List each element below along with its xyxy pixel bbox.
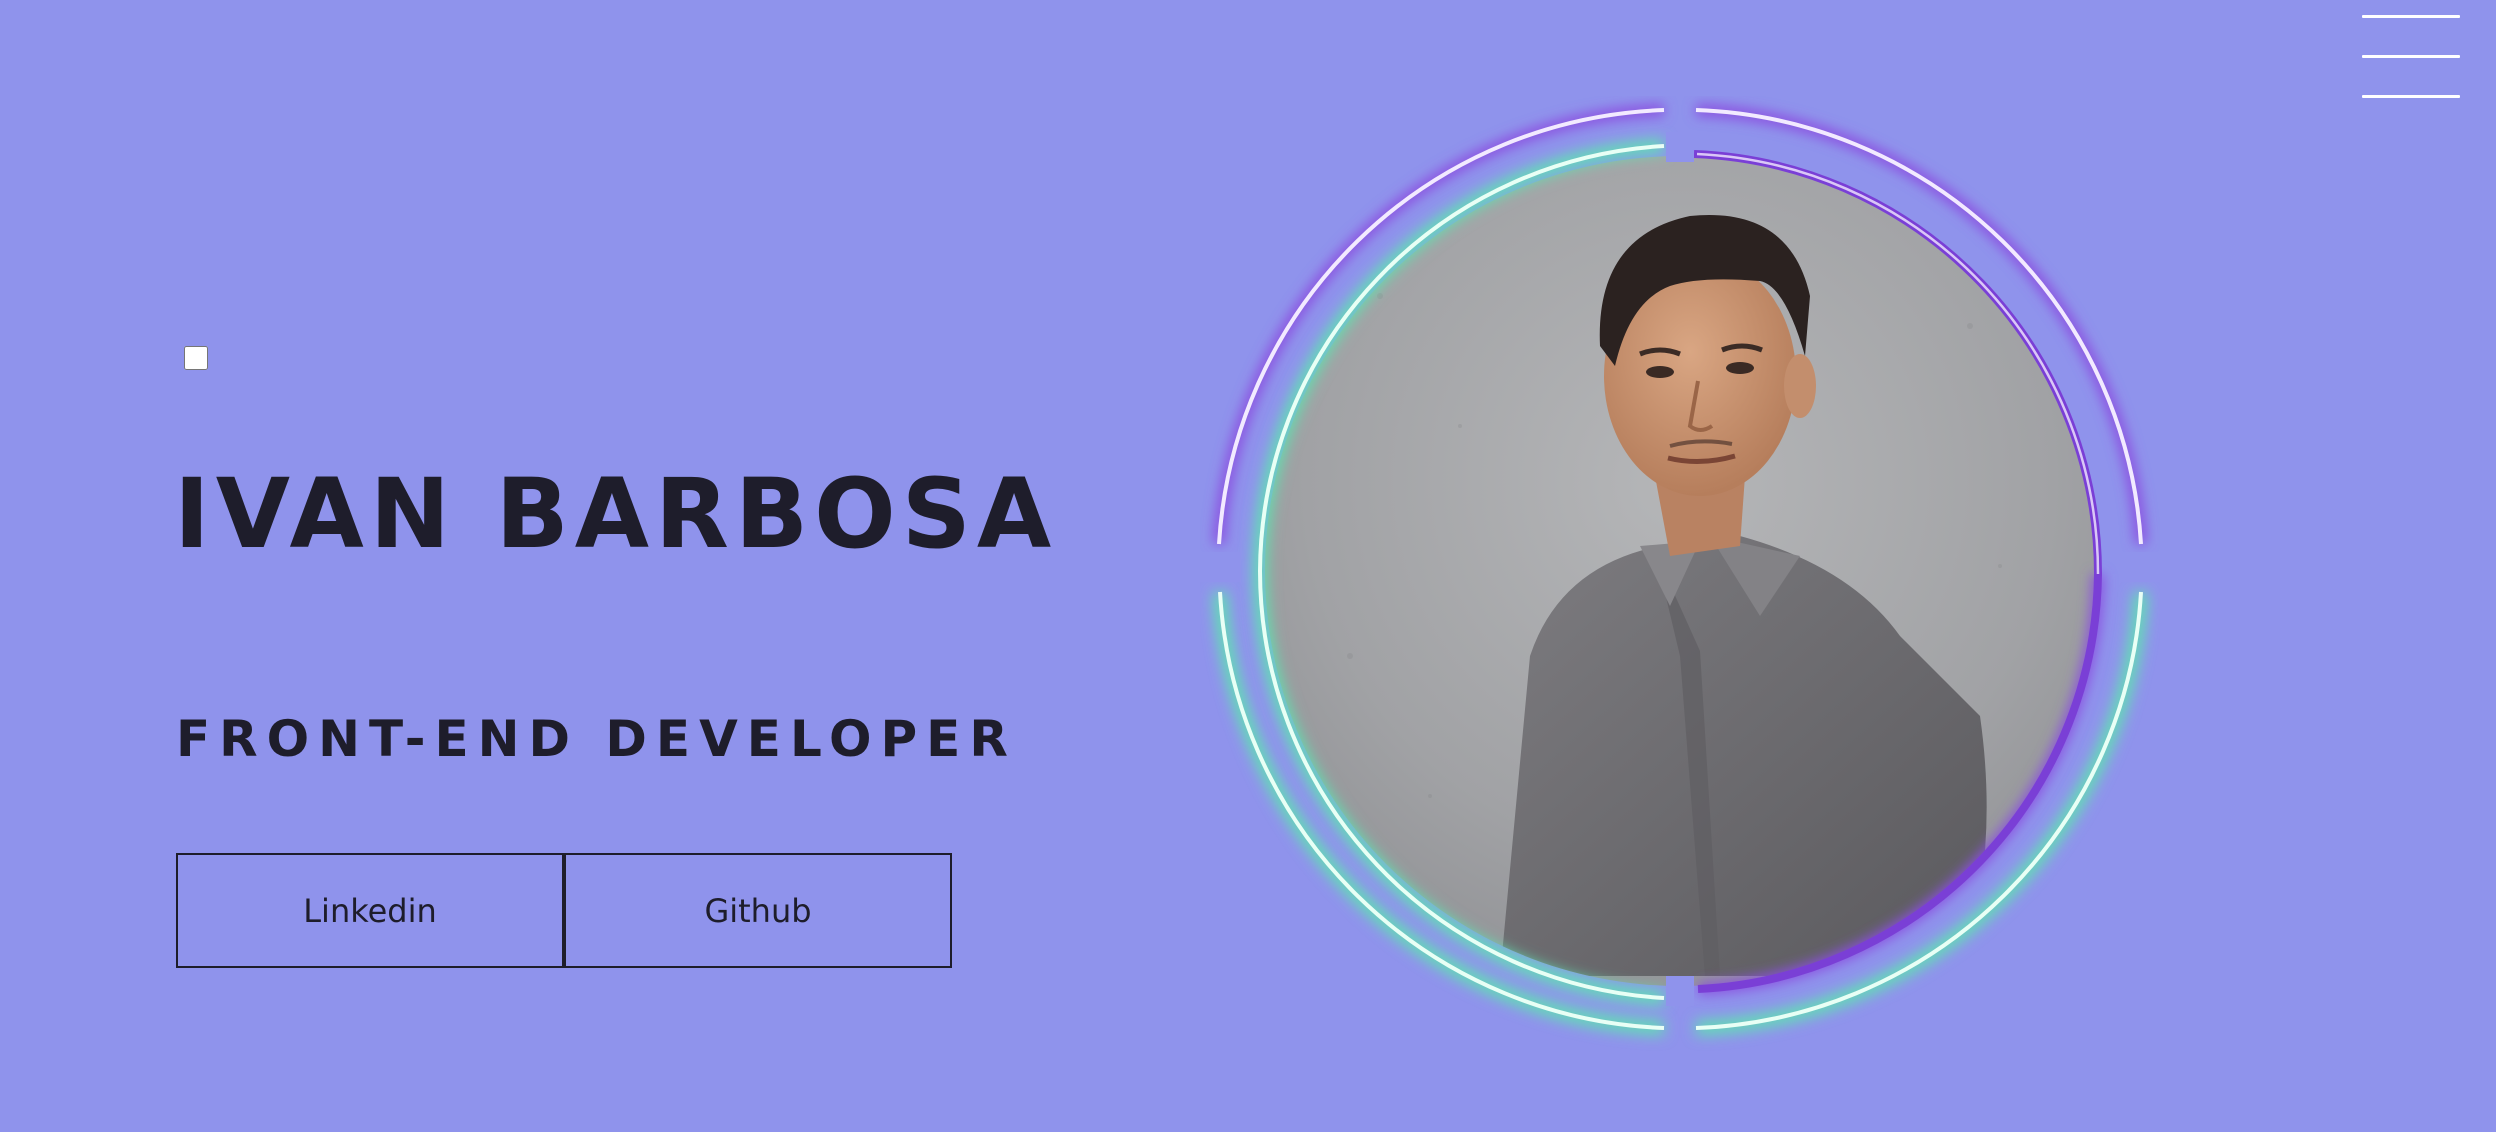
profile-photo — [1265, 156, 2095, 986]
theme-toggle-checkbox[interactable] — [184, 346, 208, 370]
portrait-frame — [1200, 96, 2160, 1056]
menu-line — [2362, 95, 2460, 98]
hamburger-menu-icon[interactable] — [2356, 6, 2466, 106]
hero-role: FRONT-END DEVELOPER — [176, 710, 1017, 768]
hero-name: IVAN BARBOSA — [174, 458, 1058, 570]
menu-line — [2362, 15, 2460, 18]
profile-photo-icon — [1200, 104, 2160, 1035]
social-links: Linkedin Github — [176, 853, 952, 968]
page: IVAN BARBOSA FRONT-END DEVELOPER Linkedi… — [0, 0, 2496, 1132]
linkedin-button[interactable]: Linkedin — [176, 853, 564, 968]
github-button[interactable]: Github — [564, 853, 952, 968]
menu-line — [2362, 55, 2460, 58]
